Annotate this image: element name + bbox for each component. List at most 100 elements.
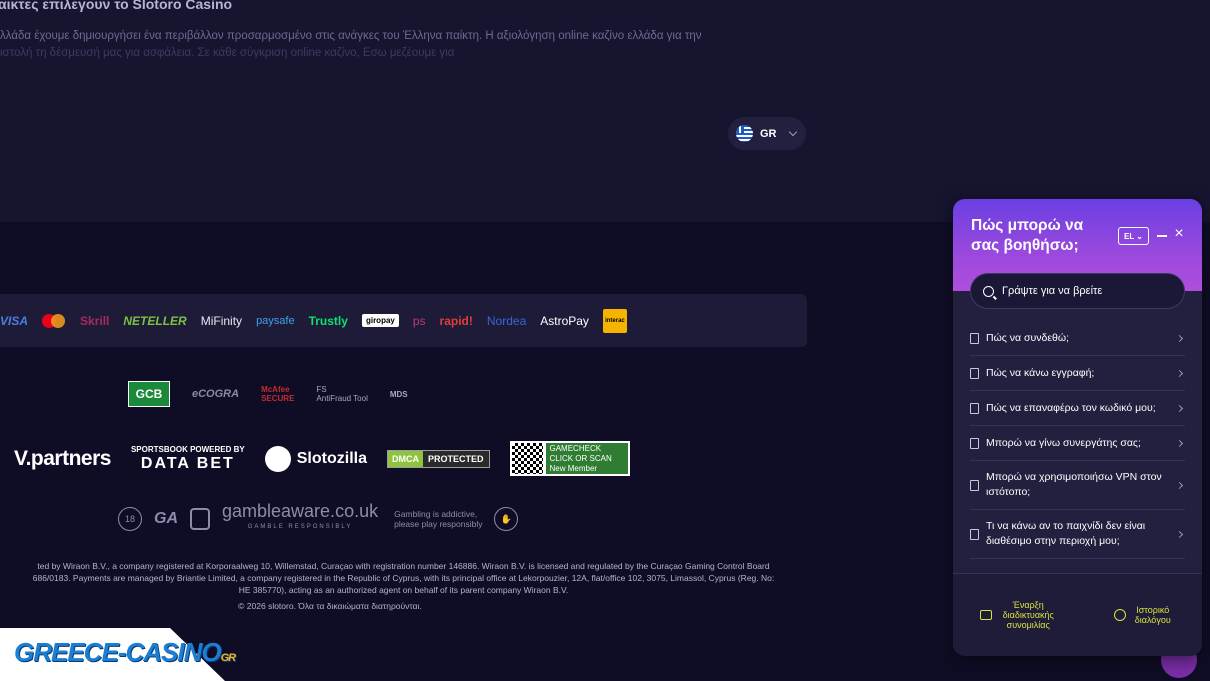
search-placeholder: Γράψτε για να βρείτε [1002,285,1103,297]
partners-row: V.partners SPORTSBOOK POWERED BY DATA BE… [14,441,630,476]
fs-antifraud-logo: FS AntiFraud Tool [316,385,367,403]
help-widget: Πώς μπορώ να σας βοηθήσω; EL ⌄ × Γράψτε … [953,199,1202,656]
databet-name: DATA BET [140,455,235,472]
responsible-gambling-row: 18 GA gambleaware.co.uk GAMBLE RESPONSIB… [118,501,519,535]
faq-item-label: Πώς να επαναφέρω τον κωδικό μου; [986,401,1156,414]
dmca-left: DMCA [387,450,423,467]
dmca-right: PROTECTED [422,450,489,467]
faq-item[interactable]: Πώς να συνδεθώ; [970,321,1185,356]
faq-item-label: Πώς να συνδεθώ; [986,331,1069,344]
slotozilla-icon [264,445,291,472]
chat-history-button[interactable]: Ιστορικό διαλόγου [1113,605,1175,625]
fs-line-2: AntiFraud Tool [316,394,368,403]
watermark-name: GREECE-CASINO [14,637,222,667]
language-selector[interactable]: GR [728,117,806,150]
mcafee-line-2: SECURE [261,394,295,403]
databet-logo[interactable]: SPORTSBOOK POWERED BY DATA BET [131,445,245,472]
section-heading: αικτες επιλεγουν το Slotoro Casino [0,0,233,12]
payment-trustly: Trustly [308,313,348,328]
chat-history-label: Ιστορικό διαλόγου [1134,605,1171,625]
widget-language-select[interactable]: EL ⌄ [1118,227,1149,245]
document-icon [970,437,979,449]
gambleaware-sub: GAMBLE RESPONSIBLY [247,524,353,530]
payment-mifinity: MiFinity [200,313,243,328]
slotozilla-name: Slotozilla [296,449,367,467]
paragraph-line-1: λλάδα έχουμε δημιουργήσει ένα περιβάλλον… [0,30,702,42]
mcafee-line-1: McAfee [261,385,290,394]
greece-casino-watermark-logo: GREECE-CASINOGR [14,637,236,668]
close-icon[interactable]: × [1172,226,1186,242]
payment-astropay: AstroPay [540,313,589,328]
faq-item-label: Τι να κάνω αν το παιχνίδι δεν είναι διαθ… [986,520,1146,547]
faq-item[interactable]: Πώς να κάνω εγγραφή; [970,356,1185,391]
gambleaware-name: gambleaware.co.uk [222,501,379,521]
chevron-right-icon [1175,439,1184,447]
mcafee-secure-logo: McAfee SECURE [261,385,294,403]
payment-ps: ps [412,313,426,328]
dmca-badge[interactable]: DMCA PROTECTED [386,449,490,468]
gambleaware-logo[interactable]: gambleaware.co.uk GAMBLE RESPONSIBLY [222,501,379,535]
addictive-line-2: please play responsibly [394,519,483,529]
gamcare-icon[interactable] [190,508,210,530]
databet-caption: SPORTSBOOK POWERED BY [130,445,245,454]
mastercard-icon [42,313,66,328]
gamecheck-text: GAMECHECK CLICK OR SCAN New Member [545,443,628,474]
legal-line-3: HE 385770), acting as an authorized agen… [238,585,569,595]
chevron-right-icon [1175,404,1184,412]
legal-line-1: ted by Wiraon B.V., a company registered… [37,561,770,571]
fs-line-1: FS [316,385,327,394]
chevron-down-icon: ⌄ [1136,231,1143,241]
gamecheck-sub: CLICK OR SCAN [549,453,612,463]
addictive-line-1: Gambling is addictive, [394,509,478,519]
certifications-row: GCB eCOGRA McAfee SECURE FS AntiFraud To… [128,381,408,407]
payment-rapid: rapid! [439,313,473,328]
history-icon [1113,609,1126,621]
minimize-icon[interactable] [1157,235,1167,237]
faq-item-label: Μπορώ να γίνω συνεργάτης σας; [986,436,1141,449]
gcb-license-badge[interactable]: GCB [128,381,170,407]
gamecheck-badge[interactable]: GAMECHECK CLICK OR SCAN New Member [509,441,630,476]
payment-nordea: Nordea [486,313,527,328]
widget-title: Πώς μπορώ να σας βοηθήσω; [971,217,1084,254]
payment-neteller: NETELLER [123,313,187,328]
qr-code-icon [511,443,543,474]
gamblers-anonymous-logo[interactable]: GA [154,510,178,528]
payment-interac: interac [602,308,627,333]
payment-visa: VISA [0,313,29,328]
payment-skrill: Skrill [80,313,110,328]
chat-icon [980,610,993,620]
faq-item[interactable]: Μπορώ να γίνω συνεργάτης σας; [970,426,1185,461]
document-icon [970,479,979,491]
gamecheck-title: GAMECHECK [549,443,602,453]
faq-list: Πώς να συνδεθώ; Πώς να κάνω εγγραφή; Πώς… [970,321,1185,559]
addictive-warning: Gambling is addictive, please play respo… [394,509,482,529]
start-chat-label: Έναρξη διαδικτυακής συνομιλίας [1002,600,1054,630]
search-icon [983,285,994,297]
faq-item-label: Μπορώ να χρησιμοποιήσω VPN στον ιστότοπο… [986,471,1162,498]
legal-line-2: 686/0183. Payments are managed by Briant… [32,573,775,583]
document-icon [970,367,979,379]
language-code: GR [760,127,777,140]
faq-item[interactable]: Τι να κάνω αν το παιχνίδι δεν είναι διαθ… [970,510,1185,559]
document-icon [970,332,979,344]
vpartners-logo[interactable]: V.partners [14,447,111,471]
faq-item[interactable]: Πώς να επαναφέρω τον κωδικό μου; [970,391,1185,426]
paragraph-line-2: ιστολή τη δέσμευσή μας για ασφάλεια. Σε … [0,47,455,59]
chevron-right-icon [1175,481,1184,489]
chevron-right-icon [1175,369,1184,377]
slotozilla-logo[interactable]: Slotozilla [264,445,367,472]
greece-flag-icon [736,125,753,142]
copyright-text: © 2026 slotoro. Όλα τα δικαιώματα διατηρ… [238,601,422,611]
payment-paysafe: paysafe [256,314,295,327]
start-chat-button[interactable]: Έναρξη διαδικτυακής συνομιλίας [980,600,1059,630]
faq-item[interactable]: Μπορώ να χρησιμοποιήσω VPN στον ιστότοπο… [970,461,1185,510]
widget-search-input[interactable]: Γράψτε για να βρείτε [970,273,1185,309]
widget-language-code: EL [1124,231,1135,241]
age-18-icon: 18 [118,507,142,531]
chevron-right-icon [1175,530,1184,538]
payment-giropay: giropay [361,314,399,327]
document-icon [970,528,979,540]
section-paragraph: λλάδα έχουμε δημιουργήσει ένα περιβάλλον… [0,28,780,62]
chevron-right-icon [1175,334,1184,342]
ecogra-logo: eCOGRA [192,388,240,400]
